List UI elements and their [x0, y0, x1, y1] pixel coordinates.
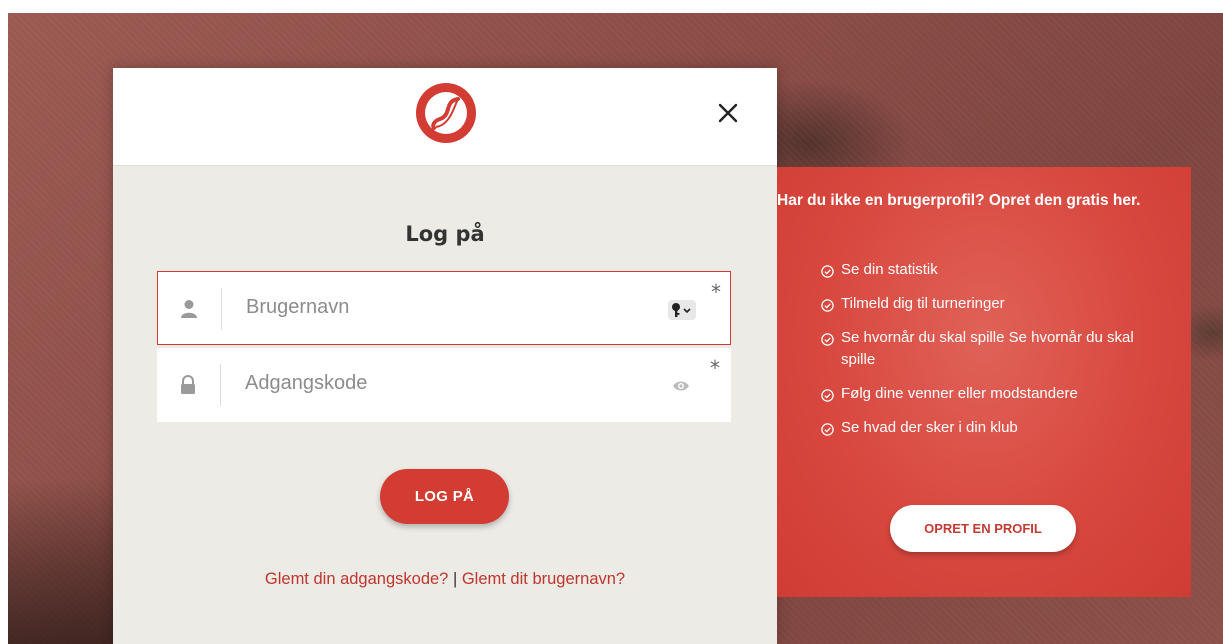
page-title: Log på	[405, 222, 485, 246]
benefit-text: Tilmeld dig til turneringer	[841, 295, 1005, 312]
benefit-text: Følg dine venner eller modstandere	[841, 385, 1078, 402]
password-field[interactable]: Adgangskode *	[157, 348, 731, 422]
username-placeholder: Brugernavn	[246, 296, 350, 318]
list-item: Se hvornår du skal spille Se hvornår du …	[821, 327, 1161, 371]
link-separator: |	[452, 570, 458, 588]
check-circle-icon	[821, 331, 834, 346]
user-icon	[180, 299, 198, 319]
promo-heading: Har du ikke en brugerprofil? Opret den g…	[777, 192, 1141, 209]
login-modal: Log på Brugernavn * Adgangskode * LOG PÅ…	[113, 68, 777, 644]
required-mark: *	[711, 280, 721, 304]
field-divider	[221, 288, 222, 330]
signup-promo-panel: Har du ikke en brugerprofil? Opret den g…	[777, 167, 1191, 597]
username-field[interactable]: Brugernavn *	[157, 271, 731, 345]
lock-icon	[179, 375, 197, 395]
close-icon[interactable]	[715, 100, 741, 126]
list-item: Se hvad der sker i din klub	[821, 417, 1161, 439]
check-circle-icon	[821, 421, 834, 436]
password-placeholder: Adgangskode	[245, 372, 368, 394]
required-mark: *	[710, 356, 720, 380]
benefit-text: Se hvad der sker i din klub	[841, 419, 1018, 436]
forgot-password-link[interactable]: Glemt din adgangskode?	[265, 570, 448, 588]
modal-header	[113, 68, 777, 166]
check-circle-icon	[821, 263, 834, 278]
forgot-links: Glemt din adgangskode? | Glemt dit bruge…	[113, 570, 777, 589]
list-item: Følg dine venner eller modstandere	[821, 383, 1161, 405]
create-profile-button[interactable]: OPRET EN PROFIL	[890, 505, 1076, 552]
check-circle-icon	[821, 297, 834, 312]
list-item: Se din statistik	[821, 259, 1161, 281]
benefits-list: Se din statistik Tilmeld dig til turneri…	[821, 259, 1161, 451]
field-divider	[220, 364, 221, 406]
eye-icon[interactable]	[667, 376, 695, 396]
key-icon[interactable]	[668, 300, 696, 320]
check-circle-icon	[821, 387, 834, 402]
dtf-logo	[414, 81, 478, 145]
background-shadow	[8, 480, 118, 644]
benefit-text: Se hvornår du skal spille Se hvornår du …	[841, 329, 1134, 368]
login-button[interactable]: LOG PÅ	[380, 469, 509, 524]
benefit-text: Se din statistik	[841, 261, 938, 278]
forgot-username-link[interactable]: Glemt dit brugernavn?	[462, 570, 625, 588]
list-item: Tilmeld dig til turneringer	[821, 293, 1161, 315]
